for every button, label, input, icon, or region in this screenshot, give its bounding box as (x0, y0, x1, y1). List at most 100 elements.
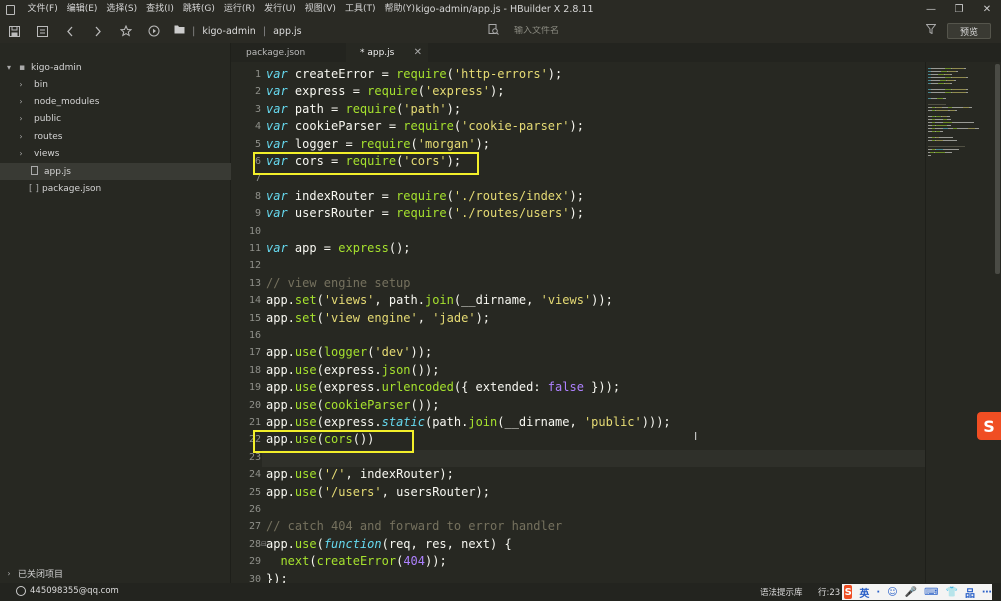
code-line[interactable]: app.set('views', path.join(__dirname, 'v… (266, 292, 613, 309)
filter-icon[interactable] (925, 24, 937, 37)
closed-projects[interactable]: › 已关闭项目 (0, 565, 231, 582)
menu-edit[interactable]: 编辑(E) (62, 0, 102, 19)
close-icon[interactable]: ✕ (414, 47, 422, 58)
user-icon (16, 586, 26, 596)
code-line[interactable]: app.use('/users', usersRouter); (266, 484, 490, 501)
code-line[interactable]: app.use(function(req, res, next) { (266, 536, 512, 553)
tree-file-app-js[interactable]: app.js (0, 163, 231, 180)
line-number: 8 (254, 190, 261, 202)
tree-folder-bin[interactable]: › bin (0, 76, 231, 93)
tree-file-package-json[interactable]: [ ] package.json (0, 180, 231, 197)
code-line[interactable]: next(createError(404)); (266, 553, 446, 570)
code-line[interactable]: app.use(cookieParser()); (266, 397, 439, 414)
menu-select[interactable]: 选择(S) (102, 0, 142, 19)
line-number: 20 (248, 399, 261, 411)
tree-project-root[interactable]: ▾ ▪ kigo-admin (0, 59, 231, 76)
tree-folder-views[interactable]: › views (0, 145, 231, 162)
code-token: set (294, 310, 317, 325)
code-line[interactable]: app.use(express.urlencoded({ extended: f… (266, 379, 620, 396)
menu-view[interactable]: 视图(V) (300, 0, 340, 19)
code-token: var (266, 188, 288, 203)
menu-publish[interactable]: 发行(U) (260, 0, 301, 19)
toolbox-icon[interactable]: 品 (965, 585, 975, 600)
code-line[interactable]: // catch 404 and forward to error handle… (266, 518, 562, 535)
breadcrumb-project[interactable]: kigo-admin (202, 26, 255, 37)
ime-lang-toggle[interactable]: 英 (859, 585, 869, 600)
code-token: // catch 404 and forward to error handle… (266, 519, 563, 534)
code-line[interactable]: app.use('/', indexRouter); (266, 466, 454, 483)
code-token: ( (316, 397, 324, 412)
minimize-button[interactable]: — (917, 0, 945, 19)
forward-icon[interactable] (84, 19, 112, 43)
menu-file[interactable]: 文件(F) (23, 0, 62, 19)
scrollbar-thumb[interactable] (995, 64, 1000, 274)
emoji-icon[interactable]: ☺ (887, 587, 897, 598)
more-icon[interactable]: ⋯ (982, 587, 992, 598)
code-line[interactable]: app.set('view engine', 'jade'); (266, 310, 490, 327)
minimap[interactable] (925, 62, 991, 583)
code-line[interactable]: var path = require('path'); (266, 101, 461, 118)
microphone-icon[interactable]: 🎤 (905, 587, 917, 598)
line-number: 26 (248, 504, 261, 515)
keyboard-icon[interactable]: ⌨ (924, 587, 938, 598)
code-token: (express. (316, 362, 382, 377)
tree-label: views (34, 148, 60, 159)
code-line[interactable]: app.use(logger('dev')); (266, 344, 432, 361)
ime-logo[interactable]: S (844, 585, 853, 599)
ime-floating-logo[interactable]: S (977, 412, 1001, 440)
code-line[interactable]: var usersRouter = require('./routes/user… (266, 205, 584, 222)
code-token: use (294, 345, 317, 360)
save-icon[interactable] (0, 19, 28, 43)
code-line[interactable]: var indexRouter = require('./routes/inde… (266, 188, 584, 205)
tab-app-js[interactable]: * app.js ✕ (346, 43, 428, 62)
cursor-line-indicator[interactable]: 行:23 (818, 586, 840, 598)
menu-help[interactable]: 帮助(Y) (380, 0, 420, 19)
menu-tools[interactable]: 工具(T) (340, 0, 380, 19)
tree-folder-routes[interactable]: › routes (0, 128, 231, 145)
minimap-mark (950, 74, 952, 75)
code-token: ( (316, 310, 324, 325)
syntax-hint-library[interactable]: 语法提示库 (760, 586, 803, 598)
preview-button[interactable]: 预览 (947, 23, 991, 39)
menu-run[interactable]: 运行(R) (219, 0, 259, 19)
back-icon[interactable] (56, 19, 84, 43)
code-line[interactable]: // view engine setup (266, 275, 411, 292)
code-token: app. (266, 484, 295, 499)
vertical-scrollbar[interactable] (993, 62, 1001, 583)
file-name-input[interactable] (514, 26, 814, 36)
code-token: var (266, 101, 288, 116)
code-line[interactable]: var createError = require('http-errors')… (266, 66, 562, 83)
close-button[interactable]: ✕ (973, 0, 1001, 19)
menu-find[interactable]: 查找(I) (142, 0, 179, 19)
code-token: ); (490, 84, 505, 99)
status-account[interactable]: 445098355@qq.com (16, 586, 119, 596)
code-line[interactable]: var app = express(); (266, 240, 411, 257)
code-line[interactable]: var cookieParser = require('cookie-parse… (266, 118, 584, 135)
code-line[interactable]: var logger = require('morgan'); (266, 136, 490, 153)
fold-icon[interactable]: ⊟ (261, 540, 267, 548)
menu-goto[interactable]: 跳转(G) (178, 0, 219, 19)
code-token: express (338, 241, 389, 255)
code-line[interactable]: var express = require('express'); (266, 83, 504, 100)
history-icon[interactable] (28, 19, 56, 43)
code-token: ()); (410, 362, 440, 377)
star-icon[interactable] (112, 19, 140, 43)
code-editor[interactable]: 1 2 3 4 5 6 7 8 9 10 11 12 13 14 15 16 17 18 19 20 21 22 23 24 2… (231, 62, 925, 583)
tree-folder-public[interactable]: › public (0, 110, 231, 127)
line-number: 28 (248, 538, 261, 550)
line-number: 30 (248, 573, 261, 583)
run-icon[interactable] (140, 19, 168, 43)
code-line[interactable]: app.use(express.static(path.join(__dirna… (266, 414, 671, 431)
restore-button[interactable]: ❐ (945, 0, 973, 19)
tab-package-json[interactable]: package.json (231, 43, 346, 62)
minimap-mark (968, 128, 975, 129)
ime-punctuation[interactable]: · (876, 587, 880, 598)
tree-folder-node-modules[interactable]: › node_modules (0, 93, 231, 110)
breadcrumb-file[interactable]: app.js (273, 26, 302, 37)
code-line[interactable]: }); (266, 571, 288, 583)
line-number: 4 (254, 121, 261, 133)
minimap-mark (966, 77, 968, 78)
code-token: , (417, 310, 433, 325)
skin-icon[interactable]: 👕 (946, 587, 958, 598)
code-line[interactable]: app.use(express.json()); (266, 362, 439, 379)
